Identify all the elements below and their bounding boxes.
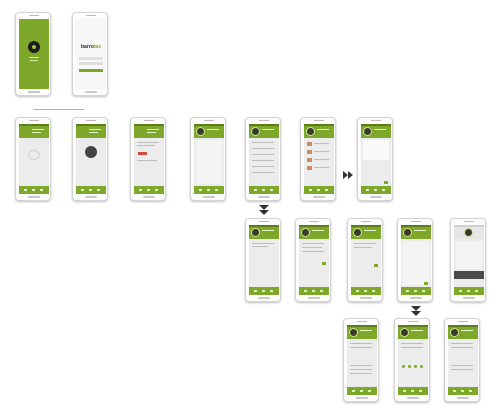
brand-logo-text: barrotas [80,44,101,50]
profile-phone [190,117,226,201]
camera-icon[interactable] [85,146,97,158]
password-field[interactable] [79,62,103,65]
avatar [464,228,473,237]
empty-owl-icon [28,150,40,160]
results-phone-2 [394,318,430,402]
avatar [349,328,358,337]
avatar [403,228,412,237]
photo-capture-phone [72,117,108,201]
detail-phone-3 [347,218,383,302]
brand-tag [138,152,147,155]
send-button[interactable] [384,181,388,184]
home-empty-phone [15,117,51,201]
login-screen: barrotas [76,19,106,89]
profile-overlay-phone [450,218,486,302]
avatar [251,228,260,237]
detail-phone-2 [295,218,331,302]
login-button[interactable] [79,69,103,72]
avatar [301,228,310,237]
list-view-phone [245,117,281,201]
splash-screen [19,19,49,89]
flow-arrow-right [348,171,353,179]
avatar [363,127,372,136]
username-field[interactable] [79,57,103,60]
feed-view-phone [300,117,336,201]
flow-arrow-down [259,210,269,215]
avatar [251,127,260,136]
product-detail-phone [130,117,166,201]
flow-arrow-down [411,311,421,316]
avatar [306,127,315,136]
avatar [353,228,362,237]
login-screen-phone: barrotas [72,12,108,96]
results-phone-1 [343,318,379,402]
flow-connector-line [33,109,84,110]
results-phone-3 [444,318,480,402]
owl-logo-icon [28,41,40,53]
detail-phone-1 [245,218,281,302]
splash-screen-phone [15,12,51,96]
avatar [196,127,205,136]
avatar [450,328,459,337]
avatar [400,328,409,337]
comment-phone [357,117,393,201]
detail-phone-4 [397,218,433,302]
